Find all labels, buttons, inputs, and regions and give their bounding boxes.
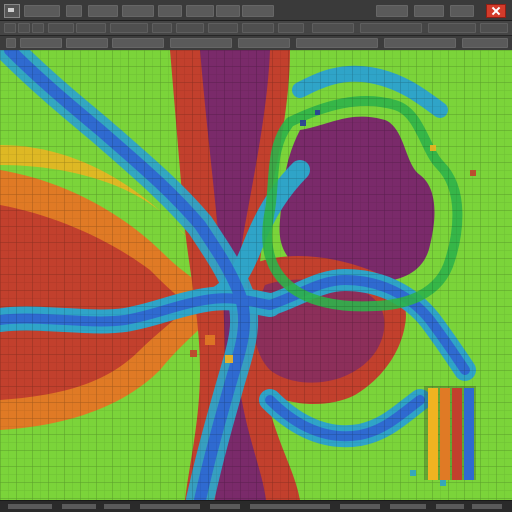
scale-field[interactable] xyxy=(450,5,474,17)
status-segment xyxy=(390,504,426,509)
status-segment xyxy=(210,504,240,509)
app-window xyxy=(0,0,512,512)
measure-tool-icon[interactable] xyxy=(110,23,148,33)
pan-tool-icon[interactable] xyxy=(4,23,16,33)
menu-edit[interactable] xyxy=(88,5,118,17)
menu-tools[interactable] xyxy=(186,5,214,17)
menu-view[interactable] xyxy=(122,5,154,17)
toolbar xyxy=(0,21,512,36)
refresh-icon[interactable] xyxy=(480,23,508,33)
zoom-out-icon[interactable] xyxy=(32,23,44,33)
menu-file[interactable] xyxy=(24,5,60,17)
ruler-x xyxy=(170,38,232,48)
status-segment xyxy=(340,504,380,509)
select-tool-icon[interactable] xyxy=(48,23,74,33)
menu-window[interactable] xyxy=(216,5,240,17)
grid-toggle-icon[interactable] xyxy=(6,38,16,48)
status-segment xyxy=(436,504,464,509)
status-segment xyxy=(8,504,52,509)
undo-icon[interactable] xyxy=(66,5,82,17)
status-segment xyxy=(250,504,330,509)
close-icon[interactable] xyxy=(486,4,506,18)
ruler-x xyxy=(296,38,378,48)
band-selector[interactable] xyxy=(360,23,422,33)
ruler-x xyxy=(384,38,456,48)
status-bar xyxy=(0,500,512,512)
ruler-x xyxy=(20,38,62,48)
identify-tool-icon[interactable] xyxy=(76,23,106,33)
coordinates-field[interactable] xyxy=(414,5,444,17)
status-segment xyxy=(62,504,96,509)
menu-help[interactable] xyxy=(242,5,274,17)
zoom-in-icon[interactable] xyxy=(18,23,30,33)
ruler-x xyxy=(112,38,164,48)
ruler-x xyxy=(66,38,108,48)
zoom-field[interactable] xyxy=(376,5,408,17)
histogram-icon[interactable] xyxy=(242,23,274,33)
export-icon[interactable] xyxy=(278,23,304,33)
secondary-toolbar xyxy=(0,36,512,51)
ruler-x xyxy=(238,38,290,48)
app-logo-icon xyxy=(4,4,20,18)
title-bar xyxy=(0,0,512,21)
layers-icon[interactable] xyxy=(152,23,172,33)
symbology-icon[interactable] xyxy=(176,23,204,33)
menu-layer[interactable] xyxy=(158,5,182,17)
raster-calculator-icon[interactable] xyxy=(208,23,238,33)
status-segment xyxy=(472,504,502,509)
legend xyxy=(424,386,476,480)
stretch-selector[interactable] xyxy=(428,23,476,33)
ruler-x xyxy=(462,38,508,48)
heatmap-canvas[interactable] xyxy=(0,50,512,500)
layer-dropdown[interactable] xyxy=(312,23,354,33)
status-segment xyxy=(140,504,200,509)
status-segment xyxy=(104,504,130,509)
